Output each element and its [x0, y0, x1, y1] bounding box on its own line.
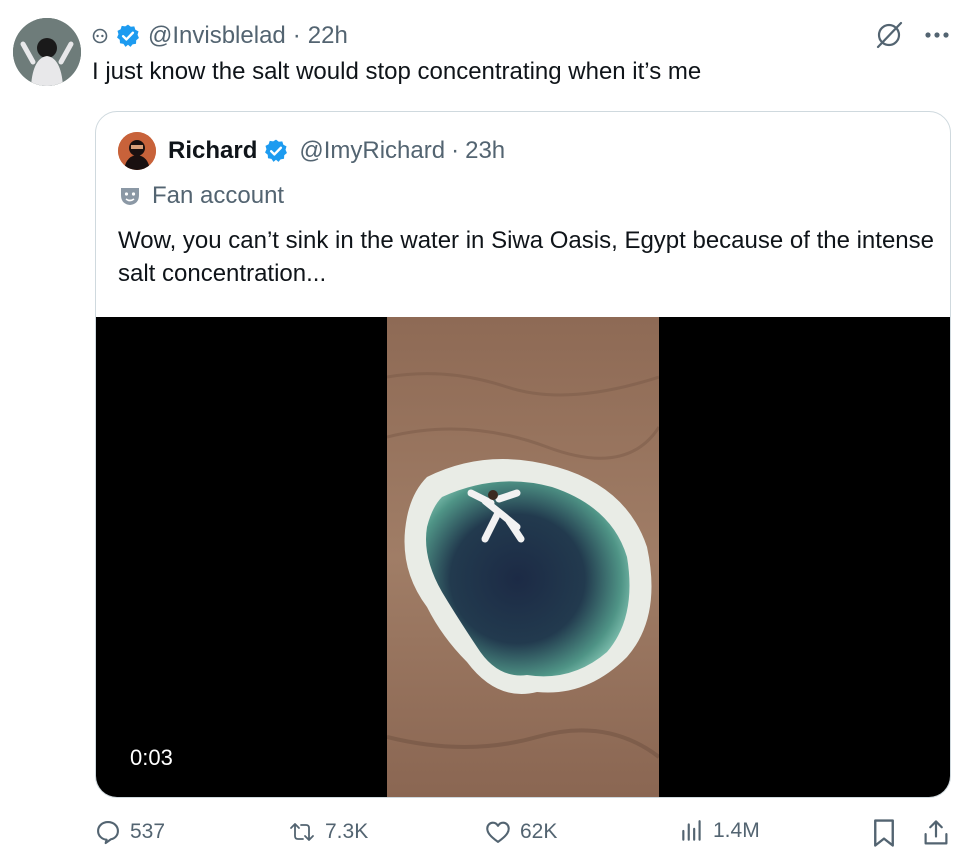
quoted-tweet-text: Wow, you can’t sink in the water in Siwa…: [118, 227, 934, 287]
tweet-time[interactable]: 22h: [308, 22, 348, 50]
fan-account-label: Fan account: [118, 182, 284, 210]
share-button[interactable]: [922, 818, 950, 848]
video-player[interactable]: 0:03: [96, 317, 950, 797]
tweet-actions: 537 7.3K 62K 1.4M: [94, 818, 954, 854]
quoted-tweet-time[interactable]: 23h: [465, 137, 505, 165]
separator-dot: ·: [451, 137, 460, 164]
video-timestamp: 0:03: [130, 745, 173, 770]
repost-count: 7.3K: [325, 820, 369, 843]
quoted-tweet-header: Richard @ImyRichard · 23h: [118, 132, 505, 170]
fan-account-text: Fan account: [152, 182, 285, 209]
separator-dot: ·: [292, 22, 301, 49]
view-count: 1.4M: [713, 819, 760, 842]
reply-count: 537: [130, 820, 166, 843]
automated-account-icon: [92, 28, 108, 44]
like-button[interactable]: 62K: [484, 818, 557, 846]
author-handle[interactable]: @Invisblelad: [148, 22, 286, 50]
reply-icon: [94, 818, 122, 846]
tweet-text: I just know the salt would stop concentr…: [92, 58, 702, 85]
video-thumbnail: [387, 317, 659, 797]
verified-badge-icon: [115, 23, 141, 49]
grok-icon[interactable]: [874, 20, 904, 50]
repost-button[interactable]: 7.3K: [287, 818, 368, 846]
bookmark-icon: [871, 818, 897, 848]
reply-button[interactable]: 537: [94, 818, 165, 846]
more-options-icon[interactable]: [924, 30, 950, 40]
bookmark-button[interactable]: [871, 818, 897, 848]
theater-mask-icon: [118, 184, 142, 208]
analytics-icon: [679, 818, 705, 844]
heart-icon: [484, 818, 512, 846]
author-avatar[interactable]: [13, 18, 81, 86]
verified-badge-icon: [263, 138, 289, 164]
quoted-author-handle[interactable]: @ImyRichard: [299, 137, 445, 165]
quoted-author-name[interactable]: Richard: [168, 137, 257, 165]
views-button[interactable]: 1.4M: [679, 818, 760, 844]
repost-icon: [287, 818, 317, 846]
quoted-tweet-card[interactable]: Richard @ImyRichard · 23h Fan account Wo…: [95, 111, 951, 798]
tweet-header: @Invisblelad · 22h: [92, 20, 348, 52]
quoted-author-avatar[interactable]: [118, 132, 156, 170]
like-count: 62K: [520, 820, 558, 843]
share-icon: [922, 818, 950, 848]
